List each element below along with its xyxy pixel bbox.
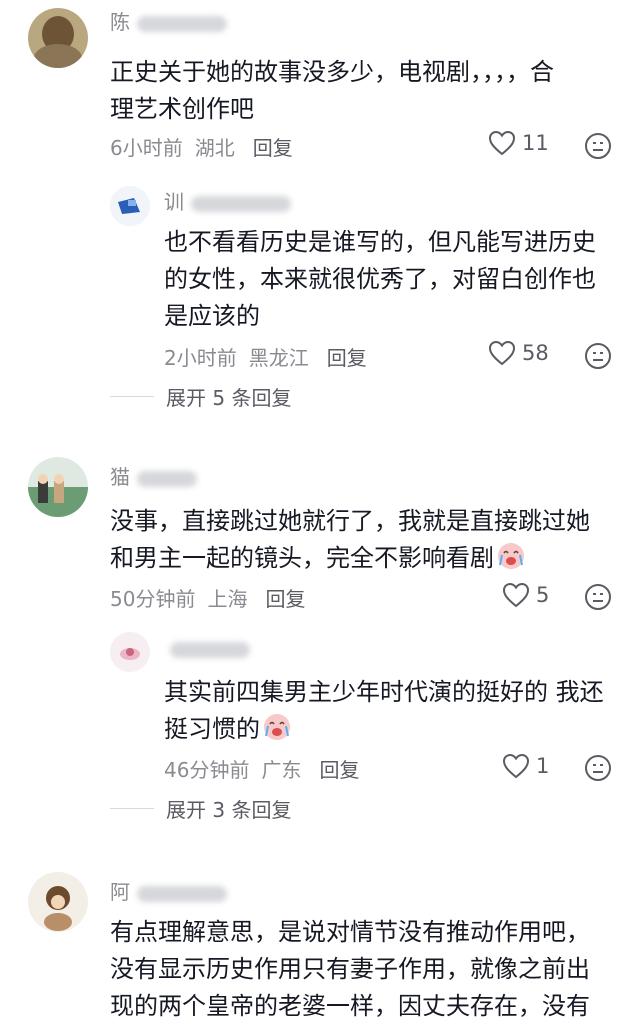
expand-label: 展开 3 条回复	[166, 798, 292, 822]
sad-face-icon[interactable]	[584, 754, 612, 782]
comment-text: 没事，直接跳过她就行了，我就是直接跳过她 和男主一起的镜头，完全不影响看剧	[110, 507, 590, 572]
reply-button[interactable]: 回复	[253, 136, 293, 160]
sad-face-icon[interactable]	[584, 342, 612, 370]
like-count: 1	[536, 754, 550, 778]
like-button[interactable]: 58	[488, 340, 549, 366]
username[interactable]: 猫	[110, 461, 197, 490]
heart-outline-icon	[488, 340, 516, 366]
expand-replies-button[interactable]: 展开 5 条回复	[110, 382, 291, 411]
avatar[interactable]	[28, 8, 88, 68]
like-count: 5	[536, 583, 550, 607]
heart-outline-icon	[488, 130, 516, 156]
sad-face-icon[interactable]	[584, 132, 612, 160]
reply-text: 其实前四集男主少年时代演的挺好的 我还 挺习惯的	[164, 678, 604, 743]
location: 湖北	[194, 136, 235, 160]
reply-button[interactable]: 回复	[327, 346, 367, 370]
reply-meta: 46分钟前 广东 回复	[164, 754, 371, 783]
heart-outline-icon	[502, 753, 530, 779]
location: 广东	[261, 758, 302, 782]
expand-label: 展开 5 条回复	[166, 386, 292, 410]
crying-laugh-emoji	[264, 714, 290, 740]
username[interactable]	[164, 636, 250, 660]
divider	[110, 808, 154, 809]
reply-text: 也不看看历史是谁写的，但凡能写进历史 的女性，本来就很优秀了，对留白创作也 是应…	[164, 228, 596, 330]
crying-laugh-emoji	[498, 543, 524, 569]
reply-button[interactable]: 回复	[319, 758, 359, 782]
location: 上海	[207, 587, 248, 611]
avatar[interactable]	[110, 632, 150, 672]
divider	[110, 396, 154, 397]
comment-text: 正史关于她的故事没多少，电视剧，，，，合 理艺术创作吧	[110, 58, 554, 123]
timestamp: 2小时前	[164, 346, 237, 370]
comment-text: 有点理解意思，是说对情节没有推动作用吧， 没有显示历史作用只有妻子作用，就像之前…	[110, 918, 590, 1020]
reply-button[interactable]: 回复	[265, 587, 305, 611]
comment-meta: 6小时前 湖北 回复	[110, 132, 305, 161]
reply-meta: 2小时前 黑龙江 回复	[164, 342, 379, 371]
username[interactable]: 训	[164, 186, 291, 215]
like-button[interactable]: 11	[488, 130, 549, 156]
timestamp: 50分钟前	[110, 587, 196, 611]
username[interactable]: 阿	[110, 876, 227, 905]
expand-replies-button[interactable]: 展开 3 条回复	[110, 794, 291, 823]
heart-outline-icon	[502, 582, 530, 608]
timestamp: 6小时前	[110, 136, 183, 160]
location: 黑龙江	[248, 346, 309, 370]
like-button[interactable]: 5	[502, 582, 549, 608]
like-button[interactable]: 1	[502, 753, 549, 779]
like-count: 11	[522, 131, 549, 155]
like-count: 58	[522, 341, 549, 365]
avatar[interactable]	[28, 457, 88, 517]
avatar[interactable]	[110, 186, 150, 226]
sad-face-icon[interactable]	[584, 583, 612, 611]
timestamp: 46分钟前	[164, 758, 250, 782]
avatar[interactable]	[28, 872, 88, 932]
comment-meta: 50分钟前 上海 回复	[110, 583, 317, 612]
username[interactable]: 陈	[110, 6, 227, 35]
